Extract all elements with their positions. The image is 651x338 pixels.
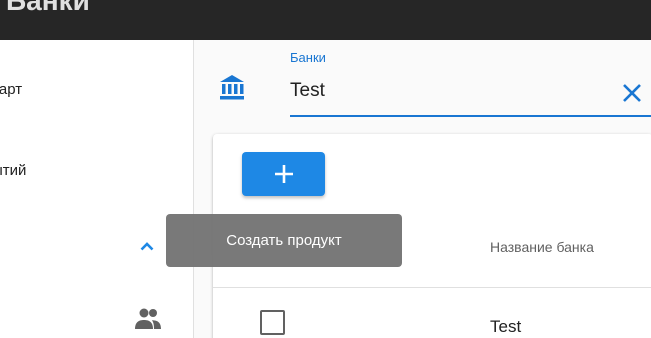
table-row[interactable]: Test bbox=[213, 288, 651, 338]
sidebar: карт ытий bbox=[0, 40, 194, 338]
sidebar-item-users[interactable] bbox=[0, 299, 194, 338]
add-product-button[interactable] bbox=[242, 152, 325, 196]
row-checkbox[interactable] bbox=[260, 310, 285, 335]
bank-filter-label: Банки bbox=[290, 50, 326, 65]
page: Банки карт ытий Банки bbox=[0, 0, 651, 338]
row-bank-name: Test bbox=[490, 317, 522, 336]
bank-filter-input[interactable] bbox=[290, 76, 620, 106]
clear-filter-button[interactable] bbox=[615, 78, 649, 108]
sidebar-group-toggle[interactable] bbox=[0, 226, 194, 266]
add-product-tooltip: Создать продукт bbox=[166, 214, 402, 267]
chevron-up-icon[interactable] bbox=[140, 241, 154, 251]
bank-icon bbox=[220, 75, 244, 100]
app-title: Банки bbox=[6, 0, 90, 16]
bank-filter-underline bbox=[290, 115, 651, 117]
main-content: Банки Test Название банка Test bbox=[195, 40, 651, 338]
plus-icon bbox=[274, 165, 293, 183]
close-icon bbox=[623, 84, 641, 102]
app-bar: Банки bbox=[0, 0, 651, 40]
people-icon bbox=[135, 308, 161, 329]
sidebar-item-cards[interactable]: карт bbox=[0, 70, 194, 110]
bank-filter-field: Банки bbox=[215, 48, 651, 124]
sidebar-item-events[interactable]: ытий bbox=[0, 151, 194, 191]
column-header-bank-name[interactable]: Название банка bbox=[490, 239, 594, 255]
sidebar-item-label: ытий bbox=[0, 162, 27, 179]
sidebar-item-label: карт bbox=[0, 81, 23, 98]
